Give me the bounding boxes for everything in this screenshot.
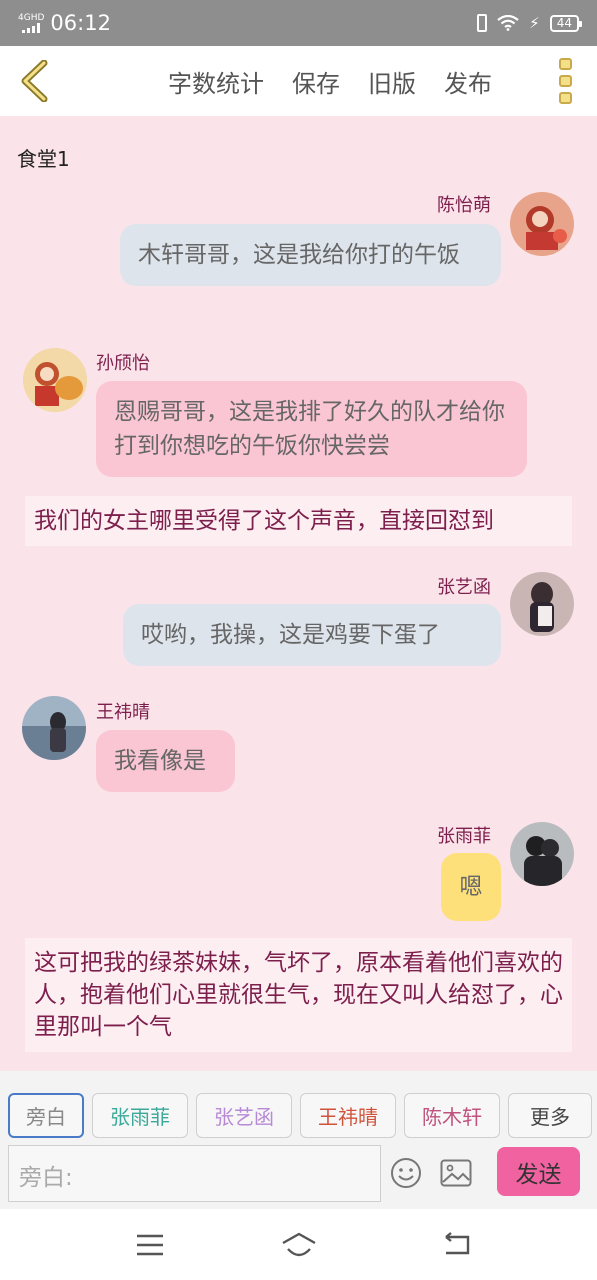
signal-bars-icon: [22, 22, 41, 33]
avatar[interactable]: [23, 348, 87, 412]
send-button[interactable]: 发送: [497, 1147, 580, 1196]
message-bubble[interactable]: 哎哟，我操，这是鸡要下蛋了: [123, 604, 501, 666]
avatar[interactable]: [510, 572, 574, 636]
role-label: 王祎晴: [318, 1105, 378, 1129]
message-bubble[interactable]: 恩赐哥哥，这是我排了好久的队才给你打到你想吃的午饭你快尝尝: [96, 381, 527, 477]
message-bubble[interactable]: 嗯: [441, 853, 501, 921]
role-selector: 旁白 张雨菲 张艺函 王祎晴 陈木轩 更多: [8, 1093, 592, 1138]
avatar[interactable]: [510, 822, 574, 886]
battery-level: 44: [556, 15, 572, 30]
speaker-name: 王祎晴: [96, 702, 150, 723]
avatar[interactable]: [510, 192, 574, 256]
scene-title: 食堂1: [17, 147, 70, 171]
word-count-button[interactable]: 字数统计: [168, 64, 264, 99]
emoji-icon[interactable]: [390, 1157, 422, 1189]
image-icon[interactable]: [440, 1159, 472, 1187]
menu-icon[interactable]: [133, 1231, 167, 1259]
publish-button[interactable]: 发布: [444, 64, 492, 99]
role-chip-narrator[interactable]: 旁白: [8, 1093, 84, 1138]
message-bubble[interactable]: 木轩哥哥，这是我给你打的午饭: [120, 224, 501, 286]
wifi-icon: [497, 15, 519, 31]
message-input[interactable]: 旁白:: [8, 1145, 381, 1202]
system-nav-bar: [0, 1209, 597, 1280]
role-chip[interactable]: 陈木轩: [404, 1093, 500, 1138]
back-nav-icon[interactable]: [440, 1231, 474, 1259]
more-dot-icon: [558, 92, 572, 104]
role-label: 张雨菲: [110, 1105, 170, 1129]
more-dot-icon: [558, 75, 572, 87]
role-label: 旁白: [26, 1105, 66, 1129]
chevron-left-icon: [21, 60, 48, 102]
composer-panel: 旁白 张雨菲 张艺函 王祎晴 陈木轩 更多 旁白: 发送: [0, 1071, 597, 1209]
role-label: 张艺函: [214, 1105, 274, 1129]
status-bar: 4GHD 06:12 ⚡ 44: [0, 0, 597, 46]
story-content[interactable]: 食堂1 陈怡萌 木轩哥哥，这是我给你打的午饭 孙颀怡 恩赐哥哥，这是我排了好久的…: [0, 116, 597, 1071]
avatar[interactable]: [22, 696, 86, 760]
back-button[interactable]: [14, 58, 54, 104]
role-label: 陈木轩: [422, 1105, 482, 1129]
role-chip[interactable]: 张艺函: [196, 1093, 292, 1138]
speaker-name: 张雨菲: [437, 826, 491, 847]
speaker-name: 陈怡萌: [437, 195, 491, 216]
speaker-name: 孙颀怡: [96, 353, 150, 374]
battery-icon: 44: [549, 14, 583, 32]
charging-icon: ⚡: [529, 14, 540, 32]
vibrate-icon: [477, 14, 488, 32]
top-nav: 字数统计 保存 旧版 发布: [0, 46, 597, 116]
speaker-name: 张艺函: [437, 577, 491, 598]
clock: 06:12: [50, 11, 111, 35]
narration-text[interactable]: 我们的女主哪里受得了这个声音，直接回怼到: [25, 496, 572, 546]
more-dot-icon: [558, 58, 572, 70]
message-bubble[interactable]: 我看像是: [96, 730, 235, 792]
role-chip[interactable]: 张雨菲: [92, 1093, 188, 1138]
old-version-button[interactable]: 旧版: [368, 64, 416, 99]
save-button[interactable]: 保存: [292, 64, 340, 99]
home-icon[interactable]: [280, 1231, 318, 1259]
narration-text[interactable]: 这可把我的绿茶妹妹，气坏了，原本看着他们喜欢的人，抱着他们心里就很生气，现在又叫…: [25, 938, 572, 1052]
role-label: 更多: [530, 1105, 570, 1129]
more-roles-button[interactable]: 更多: [508, 1093, 592, 1138]
role-chip[interactable]: 王祎晴: [300, 1093, 396, 1138]
more-menu-button[interactable]: [555, 58, 575, 104]
signal-indicator: 4GHD: [18, 12, 45, 33]
network-type: 4GHD: [18, 12, 45, 23]
